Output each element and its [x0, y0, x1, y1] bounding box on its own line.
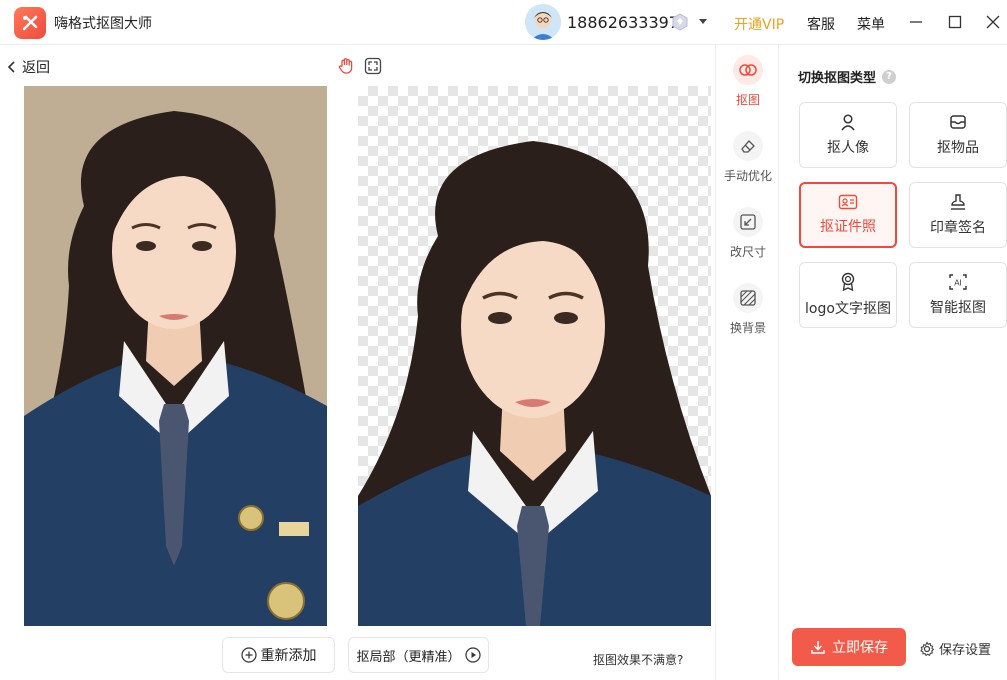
inbox-icon — [950, 115, 966, 129]
type-card-logo-text[interactable]: logo文字抠图 — [799, 262, 897, 328]
ai-icon: AI — [949, 274, 967, 290]
diamond-badge-icon — [670, 12, 690, 32]
open-vip-link[interactable]: 开通VIP — [734, 14, 784, 34]
type-card-label: 抠物品 — [937, 140, 979, 156]
fullscreen-icon[interactable] — [364, 57, 382, 75]
type-card-object[interactable]: 抠物品 — [909, 102, 1007, 168]
plus-circle-icon — [240, 647, 257, 663]
gear-icon — [920, 640, 935, 656]
award-icon — [841, 272, 855, 292]
title-bar: 嗨格式抠图大师 18862633397 开通VIP 客服 菜单 — [0, 0, 1007, 45]
save-settings-label: 保存设置 — [939, 643, 992, 658]
resize-icon — [733, 207, 763, 237]
tool-label: 手动优化 — [723, 169, 772, 183]
download-icon — [811, 641, 825, 654]
local-cutout-button[interactable]: 抠局部（更精准） — [348, 637, 489, 673]
type-card-label: 智能抠图 — [930, 300, 986, 316]
id-card-icon — [838, 194, 858, 210]
tool-label: 抠图 — [735, 93, 760, 107]
type-card-label: 抠证件照 — [820, 219, 876, 235]
minimize-icon[interactable] — [906, 12, 926, 32]
unsatisfied-link[interactable]: 抠图效果不满意? — [593, 651, 683, 668]
tool-rail: 抠图 手动优化 改尺寸 换背景 — [715, 45, 779, 680]
account-dropdown-icon[interactable] — [697, 15, 709, 27]
panel-title: 切换抠图类型 ? — [798, 67, 897, 86]
tool-manual-optimize[interactable]: 手动优化 — [716, 131, 780, 184]
stamp-icon — [951, 194, 965, 210]
user-avatar[interactable] — [525, 4, 561, 40]
tool-label: 换背景 — [729, 321, 766, 335]
tool-cutout[interactable]: 抠图 — [716, 55, 780, 108]
app-logo-icon — [14, 7, 46, 39]
type-card-label: 抠人像 — [827, 140, 869, 156]
hand-pan-icon[interactable] — [337, 57, 355, 75]
original-photo — [24, 86, 327, 626]
re-add-label: 重新添加 — [260, 648, 317, 664]
person-icon — [841, 114, 855, 131]
help-icon[interactable]: ? — [882, 69, 897, 84]
save-now-label: 立即保存 — [832, 640, 888, 656]
save-settings-button[interactable]: 保存设置 — [919, 639, 991, 658]
cutout-result-photo — [358, 86, 711, 626]
tool-resize[interactable]: 改尺寸 — [716, 207, 780, 260]
back-label: 返回 — [22, 60, 50, 76]
save-now-button[interactable]: 立即保存 — [792, 628, 906, 666]
user-phone[interactable]: 18862633397 — [567, 13, 679, 32]
re-add-button[interactable]: 重新添加 — [222, 637, 335, 673]
type-card-portrait[interactable]: 抠人像 — [799, 102, 897, 168]
play-circle-icon — [464, 647, 481, 663]
type-card-label: logo文字抠图 — [805, 301, 891, 317]
chevron-left-icon — [7, 61, 15, 73]
svg-text:AI: AI — [954, 279, 962, 288]
local-cutout-label: 抠局部（更精准） — [356, 649, 461, 665]
back-button[interactable]: 返回 — [6, 57, 50, 77]
type-card-label: 印章签名 — [930, 220, 986, 236]
tool-change-background[interactable]: 换背景 — [716, 283, 780, 336]
cutout-icon — [733, 55, 763, 85]
maximize-icon[interactable] — [945, 12, 965, 32]
tool-label: 改尺寸 — [729, 245, 766, 259]
eraser-icon — [733, 131, 763, 161]
customer-service-link[interactable]: 客服 — [807, 14, 835, 34]
panel-title-text: 切换抠图类型 — [798, 71, 877, 86]
type-card-stamp-signature[interactable]: 印章签名 — [909, 182, 1007, 248]
background-icon — [733, 283, 763, 313]
type-card-smart[interactable]: AI 智能抠图 — [909, 262, 1007, 328]
menu-link[interactable]: 菜单 — [857, 14, 885, 34]
app-title: 嗨格式抠图大师 — [54, 16, 152, 32]
close-icon[interactable] — [983, 12, 1003, 32]
type-card-id-photo[interactable]: 抠证件照 — [799, 182, 897, 248]
